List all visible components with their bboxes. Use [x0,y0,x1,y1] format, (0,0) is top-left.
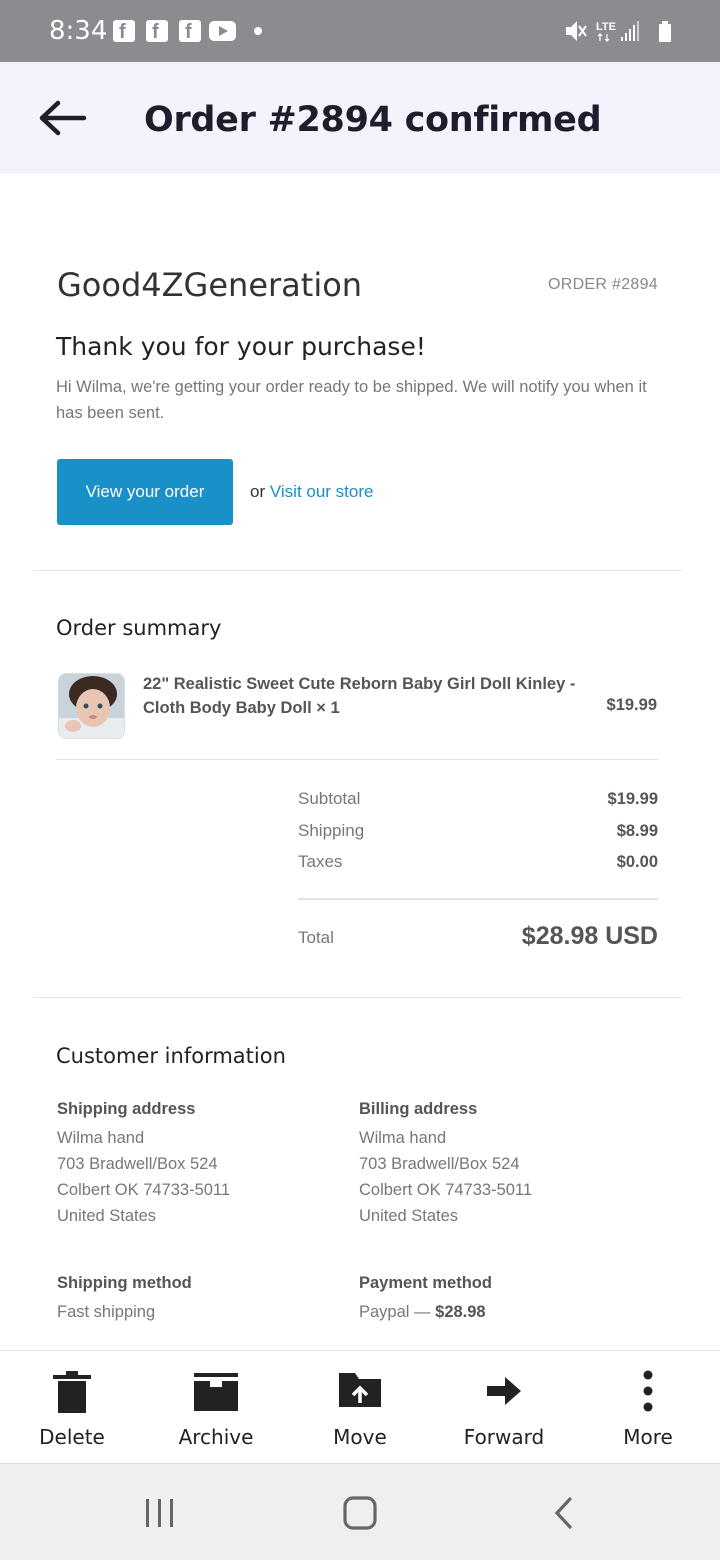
move-folder-icon [339,1373,381,1407]
customer-info-title: Customer information [56,1044,286,1068]
status-bar: 8:34 f f f LTE [0,0,720,62]
youtube-icon [209,21,236,41]
product-image [58,673,125,739]
taxes-label: Taxes [298,852,343,871]
payment-method-value: Paypal — $28.98 [359,1303,486,1322]
facebook-icon: f [179,20,201,43]
signal-icon [621,21,639,41]
total-value: $28.98 USD [521,922,658,950]
thanks-heading: Thank you for your purchase! [56,332,426,361]
visit-store-link[interactable]: Visit our store [270,482,374,501]
archive-button[interactable]: Archive [144,1351,288,1464]
home-button[interactable] [300,1464,420,1560]
archive-label: Archive [178,1425,254,1449]
billing-line1: 703 Bradwell/Box 524 [359,1155,520,1173]
forward-label: Forward [463,1425,545,1449]
payment-amount: $28.98 [435,1303,486,1321]
email-body[interactable]: Good4ZGeneration ORDER #2894 Thank you f… [0,174,720,1350]
view-order-button[interactable]: View your order [57,459,233,525]
total-label: Total [298,928,334,947]
mute-icon [566,21,587,41]
subtotal-label: Subtotal [298,789,361,808]
back-chevron-icon [554,1496,572,1529]
shipping-method-value: Fast shipping [57,1303,156,1321]
archive-icon [194,1373,238,1411]
intro-text: Hi Wilma, we're getting your order ready… [56,378,647,422]
move-label: Move [333,1425,387,1449]
subtotal-value: $19.99 [607,790,658,808]
facebook-icon: f [113,20,135,43]
payment-provider: Paypal — [359,1303,431,1321]
forward-button[interactable]: Forward [432,1351,576,1464]
move-button[interactable]: Move [288,1351,432,1464]
store-link-row: or Visit our store [250,482,373,502]
divider [33,997,682,998]
recent-apps-button[interactable] [100,1464,220,1560]
back-arrow-icon[interactable] [36,98,88,138]
shipping-address-heading: Shipping address [57,1100,196,1118]
or-text: or [250,482,266,501]
order-number: ORDER #2894 [547,276,658,293]
forward-arrow-icon [487,1377,521,1405]
home-icon [343,1495,377,1530]
delete-button[interactable]: Delete [0,1351,144,1464]
delete-label: Delete [39,1425,105,1449]
shipping-label: Shipping [298,821,365,840]
page-title: Order #2894 confirmed [144,100,602,140]
divider [33,570,682,571]
divider [56,759,658,760]
shipping-line1: 703 Bradwell/Box 524 [57,1155,218,1173]
shop-name: Good4ZGeneration [57,266,363,304]
system-nav-bar [0,1463,720,1560]
recent-apps-icon [146,1498,173,1527]
shipping-line2: Colbert OK 74733-5011 [57,1181,231,1199]
billing-country: United States [359,1207,459,1225]
shipping-method-heading: Shipping method [57,1274,192,1292]
email-action-bar: Delete Archive Move Forward More [0,1350,720,1463]
payment-method-heading: Payment method [359,1274,492,1292]
product-price: $19.99 [606,696,657,714]
shipping-value: $8.99 [616,822,658,840]
product-name: 22" Realistic Sweet Cute Reborn Baby Gir… [143,675,576,717]
system-status-icons: LTE [566,21,671,42]
app-bar: Order #2894 confirmed [0,62,720,174]
billing-line2: Colbert OK 74733-5011 [359,1181,533,1199]
divider [298,898,658,900]
facebook-icon: f [146,20,168,43]
status-time: 8:34 [49,16,108,46]
billing-address-heading: Billing address [359,1100,478,1118]
battery-icon [659,21,671,42]
order-summary-title: Order summary [56,616,222,640]
lte-label: LTE [596,21,616,33]
more-label: More [623,1425,673,1449]
shipping-name: Wilma hand [57,1129,145,1147]
system-back-button[interactable] [503,1464,623,1560]
trash-icon [53,1371,91,1413]
dot-icon [254,27,262,35]
taxes-value: $0.00 [616,853,658,871]
more-vertical-icon [643,1370,653,1412]
more-button[interactable]: More [576,1351,720,1464]
billing-name: Wilma hand [359,1129,447,1147]
shipping-country: United States [57,1207,157,1225]
